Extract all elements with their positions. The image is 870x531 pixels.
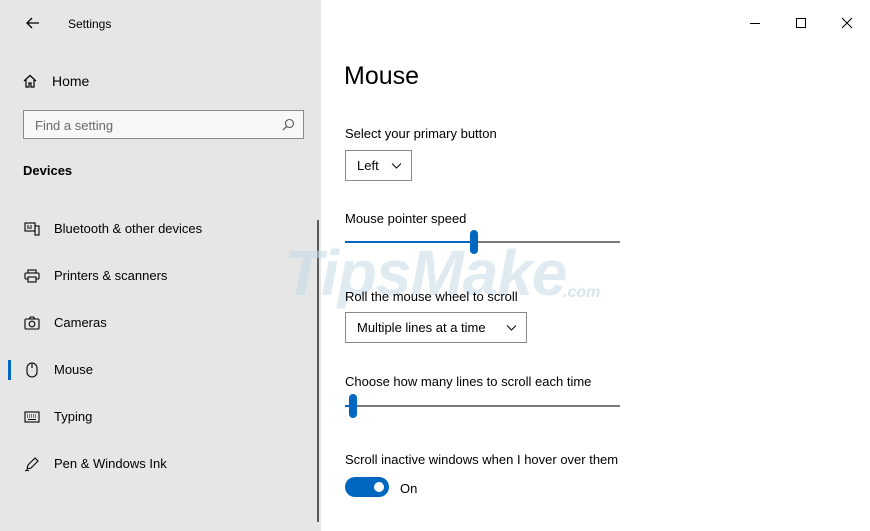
camera-icon bbox=[23, 314, 41, 332]
wheel-scroll-label: Roll the mouse wheel to scroll bbox=[345, 289, 518, 304]
maximize-button[interactable] bbox=[778, 0, 824, 46]
printer-icon bbox=[23, 267, 41, 285]
page-title: Mouse bbox=[344, 62, 420, 90]
sidebar-item-label: Printers & scanners bbox=[54, 268, 168, 283]
back-arrow-icon bbox=[26, 17, 39, 29]
search-placeholder: Find a setting bbox=[35, 118, 114, 133]
sidebar-item-label: Mouse bbox=[54, 362, 94, 377]
sidebar-item-label: Typing bbox=[54, 409, 93, 424]
bluetooth-devices-icon bbox=[23, 220, 41, 238]
sidebar-item-label: Pen & Windows Ink bbox=[54, 456, 167, 471]
pointer-speed-label: Mouse pointer speed bbox=[345, 211, 467, 226]
sidebar-item-bluetooth[interactable]: Bluetooth & other devices bbox=[0, 211, 317, 247]
lines-to-scroll-slider[interactable] bbox=[345, 394, 620, 418]
window-controls bbox=[732, 0, 870, 46]
slider-thumb[interactable] bbox=[349, 394, 357, 418]
primary-button-label: Select your primary button bbox=[345, 126, 497, 141]
sidebar-item-typing[interactable]: Typing bbox=[0, 399, 317, 435]
primary-button-dropdown[interactable]: Left bbox=[345, 150, 412, 181]
sidebar: Settings Home Find a setting Devices Blu… bbox=[0, 0, 321, 531]
sidebar-item-pen[interactable]: Pen & Windows Ink bbox=[0, 446, 317, 482]
sidebar-item-label: Cameras bbox=[54, 315, 107, 330]
home-icon bbox=[23, 74, 37, 88]
keyboard-icon bbox=[23, 408, 41, 426]
sidebar-item-printers[interactable]: Printers & scanners bbox=[0, 258, 317, 294]
toggle-state-label: On bbox=[400, 481, 418, 496]
dropdown-value: Left bbox=[357, 158, 379, 173]
section-title: Devices bbox=[23, 163, 73, 178]
scroll-inactive-label: Scroll inactive windows when I hover ove… bbox=[345, 452, 619, 467]
scroll-inactive-toggle[interactable] bbox=[345, 477, 389, 497]
maximize-icon bbox=[796, 18, 806, 28]
chevron-down-icon bbox=[506, 325, 517, 331]
app-title: Settings bbox=[68, 17, 112, 31]
chevron-down-icon bbox=[391, 163, 402, 169]
sidebar-item-label: Bluetooth & other devices bbox=[54, 221, 203, 236]
selected-indicator bbox=[8, 360, 11, 380]
close-button[interactable] bbox=[824, 0, 870, 46]
dropdown-value: Multiple lines at a time bbox=[357, 320, 486, 335]
search-icon bbox=[282, 118, 295, 131]
sidebar-item-cameras[interactable]: Cameras bbox=[0, 305, 317, 341]
pen-icon bbox=[23, 455, 41, 473]
sidebar-item-label: Home bbox=[52, 73, 90, 89]
watermark-suffix: .com bbox=[563, 284, 601, 301]
sidebar-item-mouse[interactable]: Mouse bbox=[0, 352, 317, 388]
sidebar-item-home[interactable]: Home bbox=[22, 69, 89, 93]
mouse-icon bbox=[23, 361, 41, 379]
minimize-icon bbox=[750, 23, 760, 24]
wheel-scroll-dropdown[interactable]: Multiple lines at a time bbox=[345, 312, 527, 343]
slider-track bbox=[345, 405, 620, 407]
lines-to-scroll-label: Choose how many lines to scroll each tim… bbox=[345, 374, 592, 389]
close-icon bbox=[841, 17, 853, 29]
settings-window: Settings Home Find a setting Devices Blu… bbox=[0, 0, 870, 531]
search-input[interactable]: Find a setting bbox=[23, 110, 304, 139]
back-button[interactable] bbox=[22, 12, 44, 34]
minimize-button[interactable] bbox=[732, 0, 778, 46]
toggle-knob bbox=[374, 482, 384, 492]
